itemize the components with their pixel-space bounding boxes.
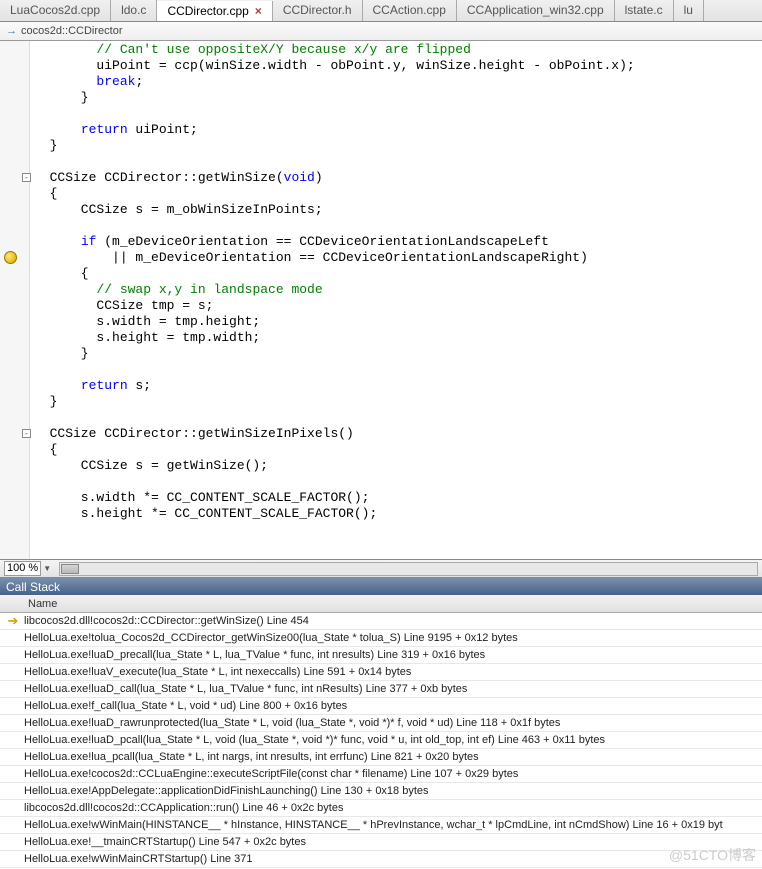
tab-ccdirector-h[interactable]: CCDirector.h	[273, 0, 363, 21]
code-line[interactable]: return uiPoint;	[34, 122, 762, 138]
code-line[interactable]: {	[34, 442, 762, 458]
code-line[interactable]: }	[34, 346, 762, 362]
callstack-list: ➔libcocos2d.dll!cocos2d::CCDirector::get…	[0, 613, 762, 868]
code-line[interactable]: s.height = tmp.width;	[34, 330, 762, 346]
callstack-title: Call Stack	[0, 578, 762, 595]
code-line[interactable]	[34, 410, 762, 426]
callstack-row[interactable]: HelloLua.exe!cocos2d::CCLuaEngine::execu…	[0, 766, 762, 783]
callstack-header-name: Name	[28, 598, 57, 610]
code-line[interactable]: // Can't use oppositeX/Y because x/y are…	[34, 42, 762, 58]
fold-toggle-icon[interactable]: -	[22, 429, 31, 438]
callstack-row[interactable]: libcocos2d.dll!cocos2d::CCApplication::r…	[0, 800, 762, 817]
callstack-text: libcocos2d.dll!cocos2d::CCDirector::getW…	[22, 615, 309, 627]
callstack-row[interactable]: HelloLua.exe!luaD_pcall(lua_State * L, v…	[0, 732, 762, 749]
callstack-text: HelloLua.exe!lua_pcall(lua_State * L, in…	[22, 751, 479, 763]
callstack-row[interactable]: HelloLua.exe!lua_pcall(lua_State * L, in…	[0, 749, 762, 766]
scrollbar-thumb[interactable]	[61, 564, 79, 574]
code-line[interactable]: return s;	[34, 378, 762, 394]
callstack-text: libcocos2d.dll!cocos2d::CCApplication::r…	[22, 802, 343, 814]
code-line[interactable]: }	[34, 90, 762, 106]
code-line[interactable]: uiPoint = ccp(winSize.width - obPoint.y,…	[34, 58, 762, 74]
callstack-row[interactable]: HelloLua.exe!tolua_Cocos2d_CCDirector_ge…	[0, 630, 762, 647]
tab-luacocos2d-cpp[interactable]: LuaCocos2d.cpp	[0, 0, 111, 21]
breakpoint-icon[interactable]	[4, 251, 17, 264]
callstack-text: HelloLua.exe!f_call(lua_State * L, void …	[22, 700, 347, 712]
callstack-text: HelloLua.exe!luaD_pcall(lua_State * L, v…	[22, 734, 605, 746]
fold-toggle-icon[interactable]: -	[22, 173, 31, 182]
tab-ccdirector-cpp[interactable]: CCDirector.cpp×	[157, 1, 272, 22]
callstack-text: HelloLua.exe!wWinMainCRTStartup() Line 3…	[22, 853, 252, 865]
callstack-row[interactable]: HelloLua.exe!luaV_execute(lua_State * L,…	[0, 664, 762, 681]
code-line[interactable]: s.width = tmp.height;	[34, 314, 762, 330]
code-line[interactable]: {	[34, 186, 762, 202]
code-line[interactable]	[34, 218, 762, 234]
callstack-text: HelloLua.exe!luaV_execute(lua_State * L,…	[22, 666, 411, 678]
code-line[interactable]: CCSize CCDirector::getWinSizeInPixels()	[34, 426, 762, 442]
callstack-header[interactable]: Name	[0, 595, 762, 613]
callstack-text: HelloLua.exe!luaD_call(lua_State * L, lu…	[22, 683, 467, 695]
callstack-text: HelloLua.exe!wWinMain(HINSTANCE__ * hIns…	[22, 819, 723, 831]
code-line[interactable]: break;	[34, 74, 762, 90]
zoom-bar: 100 % ▼	[0, 560, 762, 578]
watermark: @51CTO博客	[669, 845, 756, 865]
close-icon[interactable]: ×	[255, 4, 262, 18]
callstack-text: HelloLua.exe!luaD_precall(lua_State * L,…	[22, 649, 485, 661]
code-line[interactable]: CCSize CCDirector::getWinSize(void)	[34, 170, 762, 186]
callstack-row[interactable]: HelloLua.exe!AppDelegate::applicationDid…	[0, 783, 762, 800]
breadcrumb-arrow-icon: →	[6, 25, 17, 37]
callstack-text: HelloLua.exe!cocos2d::CCLuaEngine::execu…	[22, 768, 518, 780]
tab-lstate-c[interactable]: lstate.c	[615, 0, 674, 21]
editor-gutter: --	[0, 41, 30, 559]
code-line[interactable]: s.width *= CC_CONTENT_SCALE_FACTOR();	[34, 490, 762, 506]
tab-ldo-c[interactable]: ldo.c	[111, 0, 157, 21]
callstack-row[interactable]: HelloLua.exe!luaD_call(lua_State * L, lu…	[0, 681, 762, 698]
breadcrumb-text: cocos2d::CCDirector	[21, 25, 122, 37]
horizontal-scrollbar[interactable]	[59, 562, 758, 576]
callstack-row[interactable]: HelloLua.exe!f_call(lua_State * L, void …	[0, 698, 762, 715]
callstack-row[interactable]: HelloLua.exe!wWinMain(HINSTANCE__ * hIns…	[0, 817, 762, 834]
code-line[interactable]: CCSize tmp = s;	[34, 298, 762, 314]
callstack-text: HelloLua.exe!AppDelegate::applicationDid…	[22, 785, 429, 797]
callstack-row[interactable]: HelloLua.exe!__tmainCRTStartup() Line 54…	[0, 834, 762, 851]
code-line[interactable]: CCSize s = getWinSize();	[34, 458, 762, 474]
code-line[interactable]	[34, 474, 762, 490]
chevron-down-icon[interactable]: ▼	[43, 564, 51, 573]
callstack-text: HelloLua.exe!__tmainCRTStartup() Line 54…	[22, 836, 306, 848]
tab-ccaction-cpp[interactable]: CCAction.cpp	[363, 0, 457, 21]
code-line[interactable]: }	[34, 394, 762, 410]
code-line[interactable]: // swap x,y in landspace mode	[34, 282, 762, 298]
code-line[interactable]: || m_eDeviceOrientation == CCDeviceOrien…	[34, 250, 762, 266]
callstack-row[interactable]: ➔libcocos2d.dll!cocos2d::CCDirector::get…	[0, 613, 762, 630]
callstack-row[interactable]: HelloLua.exe!luaD_precall(lua_State * L,…	[0, 647, 762, 664]
current-frame-icon: ➔	[4, 613, 22, 629]
zoom-select[interactable]: 100 %	[4, 561, 41, 576]
code-line[interactable]: }	[34, 138, 762, 154]
callstack-row[interactable]: HelloLua.exe!luaD_rawrunprotected(lua_St…	[0, 715, 762, 732]
code-line[interactable]	[34, 522, 762, 538]
file-tabs: LuaCocos2d.cppldo.cCCDirector.cpp×CCDire…	[0, 0, 762, 22]
code-line[interactable]: {	[34, 266, 762, 282]
code-line[interactable]	[34, 362, 762, 378]
callstack-text: HelloLua.exe!luaD_rawrunprotected(lua_St…	[22, 717, 560, 729]
tab-lu[interactable]: lu	[674, 0, 704, 21]
code-line[interactable]	[34, 154, 762, 170]
code-line[interactable]: if (m_eDeviceOrientation == CCDeviceOrie…	[34, 234, 762, 250]
code-line[interactable]	[34, 106, 762, 122]
code-editor[interactable]: -- // Can't use oppositeX/Y because x/y …	[0, 41, 762, 560]
callstack-row[interactable]: HelloLua.exe!wWinMainCRTStartup() Line 3…	[0, 851, 762, 868]
code-line[interactable]: s.height *= CC_CONTENT_SCALE_FACTOR();	[34, 506, 762, 522]
breadcrumb[interactable]: → cocos2d::CCDirector	[0, 22, 762, 41]
callstack-text: HelloLua.exe!tolua_Cocos2d_CCDirector_ge…	[22, 632, 518, 644]
code-line[interactable]: CCSize s = m_obWinSizeInPoints;	[34, 202, 762, 218]
tab-ccapplication-win32-cpp[interactable]: CCApplication_win32.cpp	[457, 0, 615, 21]
